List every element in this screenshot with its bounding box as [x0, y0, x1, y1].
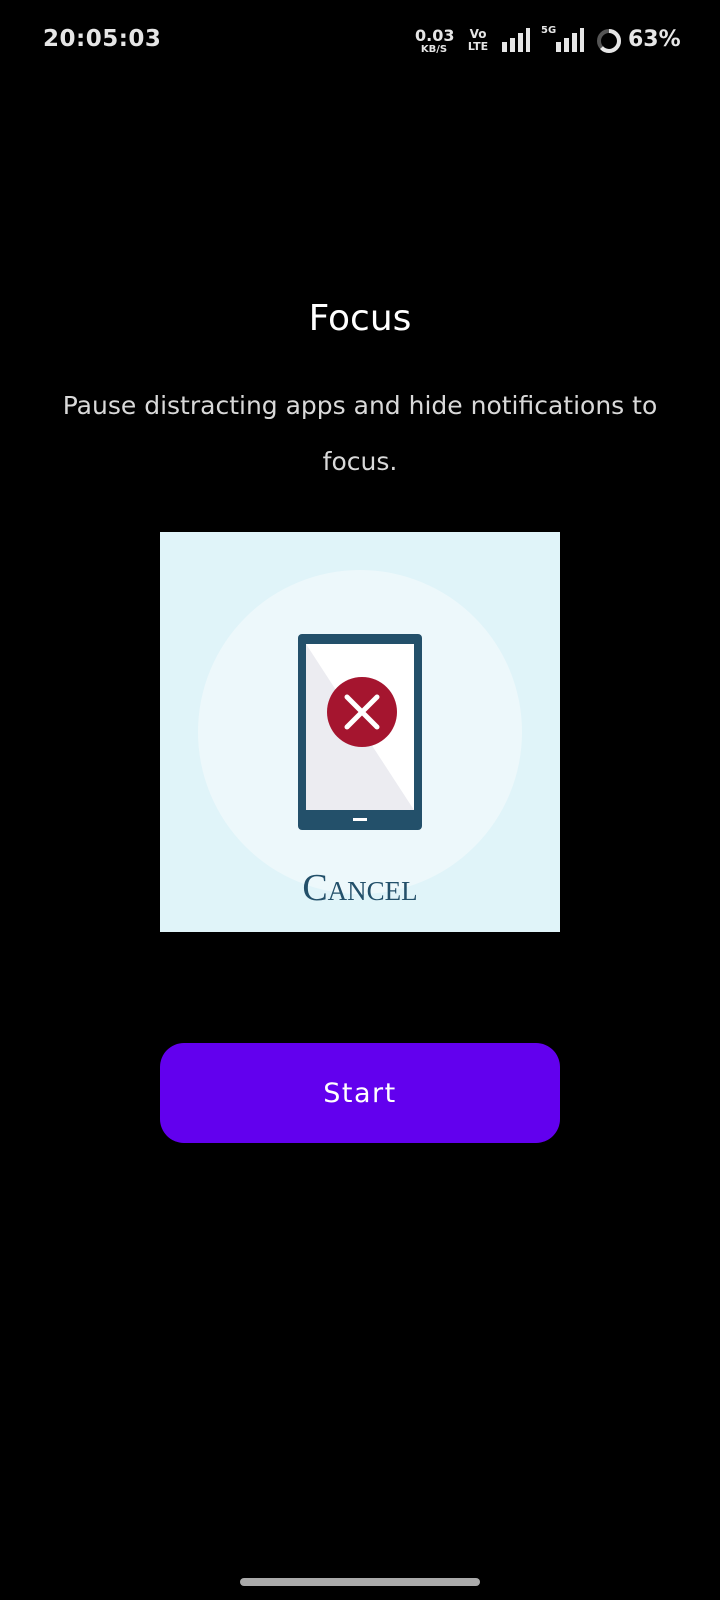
home-indicator[interactable]	[240, 1578, 480, 1586]
start-button[interactable]: Start	[160, 1043, 560, 1143]
battery-percent: 63%	[628, 27, 681, 52]
network-speed-indicator: 0.03 KB/S	[415, 26, 455, 55]
phone-cancel-icon	[298, 634, 422, 830]
volte-indicator: Vo LTE	[461, 28, 495, 52]
network-type-label: 5G	[541, 25, 557, 36]
focus-description: Pause distracting apps and hide notifica…	[62, 391, 658, 476]
lte-label: LTE	[467, 40, 489, 53]
cancel-caption: Cancel	[302, 867, 417, 909]
network-speed-value: 0.03	[415, 26, 455, 45]
battery-ring-icon	[597, 29, 621, 53]
network-speed-unit: KB/S	[420, 44, 448, 55]
status-bar: 20:05:03 0.03 KB/S Vo LTE 5G 63%	[0, 0, 720, 84]
page-title: Focus	[308, 298, 412, 339]
cancel-illustration: Cancel	[160, 532, 560, 932]
signal-bars-icon	[502, 28, 530, 52]
status-time: 20:05:03	[43, 26, 162, 52]
signal-bars-icon	[556, 28, 584, 52]
volte-label: Vo	[469, 27, 487, 41]
